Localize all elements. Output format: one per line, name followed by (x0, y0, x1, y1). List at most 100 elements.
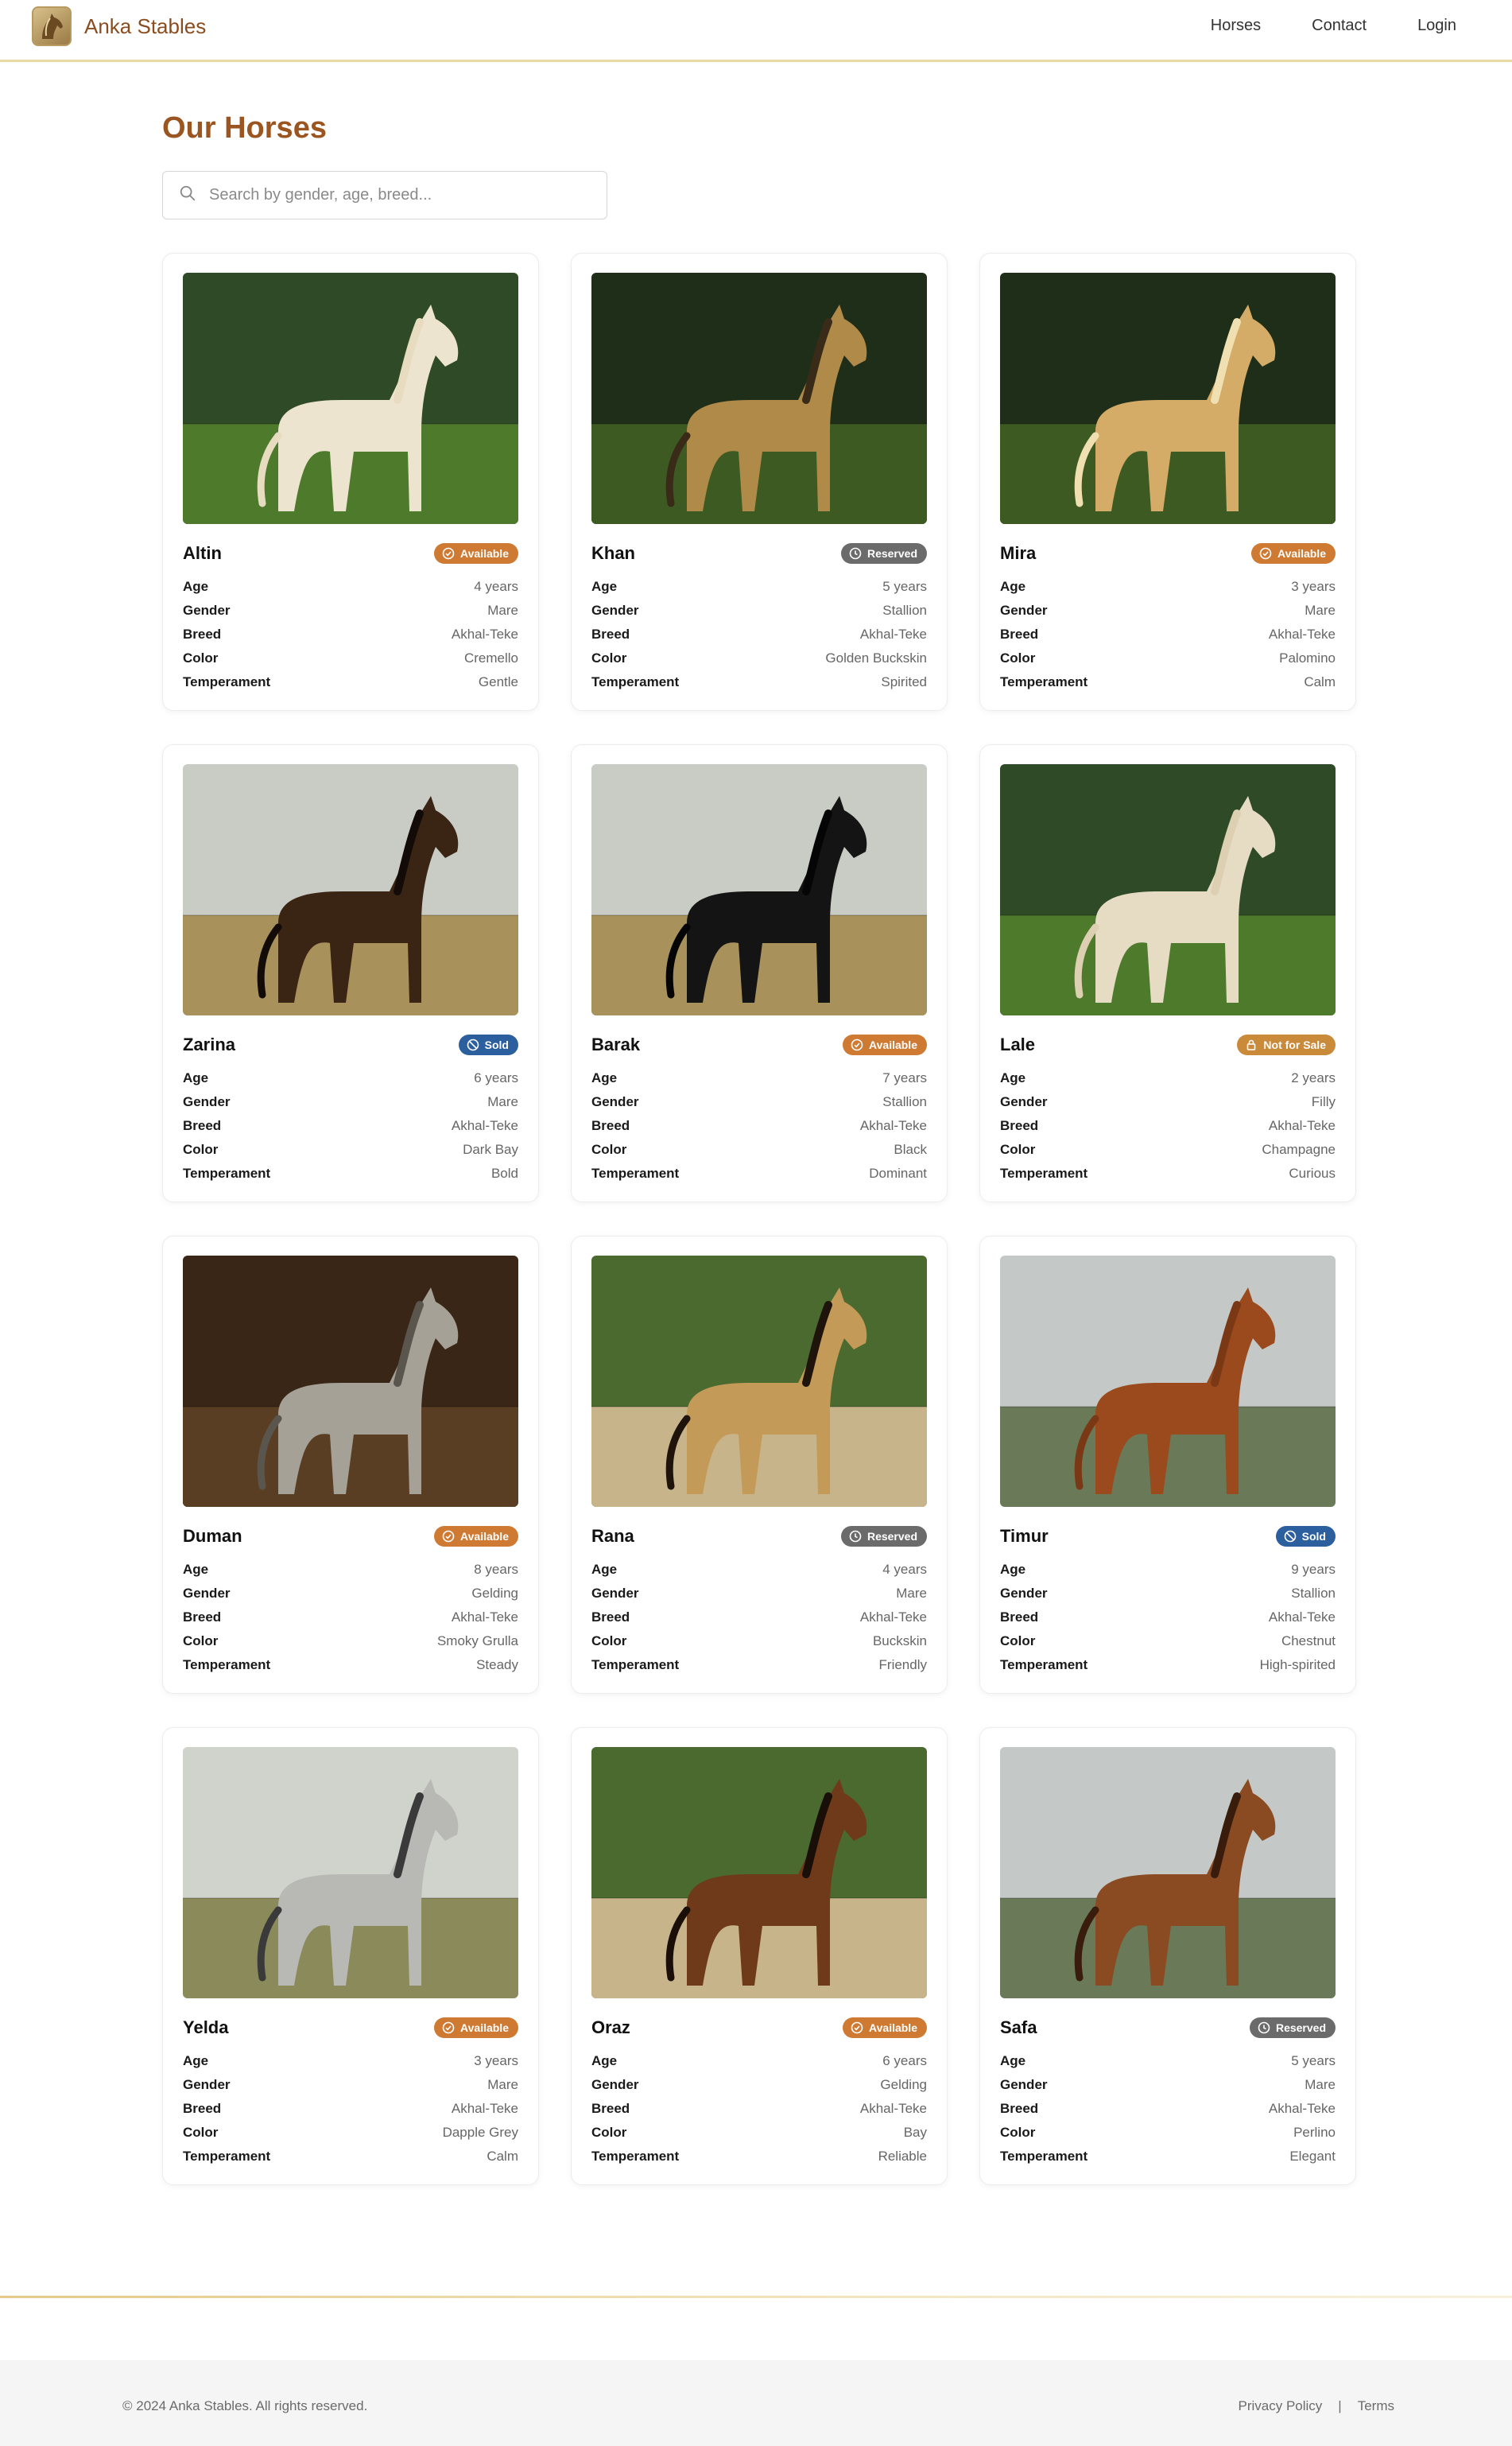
spec-label: Temperament (183, 1166, 271, 1181)
search-input[interactable] (209, 186, 591, 204)
horse-card[interactable]: Duman Available Age 8 years Gender Geldi… (162, 1236, 539, 1694)
card-header: Safa Reserved (1000, 2016, 1336, 2040)
horse-card[interactable]: Mira Available Age 3 years Gender Mare B… (979, 253, 1356, 711)
spec-label: Breed (183, 1609, 222, 1625)
horse-photo[interactable] (591, 1256, 927, 1507)
horse-card[interactable]: Safa Reserved Age 5 years Gender Mare Br… (979, 1727, 1356, 2185)
horse-card[interactable]: Rana Reserved Age 4 years Gender Mare Br… (571, 1236, 948, 1694)
spec-value: Dominant (869, 1166, 927, 1181)
spec-value: Akhal-Teke (1268, 2101, 1336, 2116)
horse-card[interactable]: Oraz Available Age 6 years Gender Geldin… (571, 1727, 948, 2185)
spec-label: Temperament (183, 2149, 271, 2164)
terms-link[interactable]: Terms (1358, 2398, 1394, 2414)
horse-photo[interactable] (591, 1747, 927, 1998)
check-circle-icon (1259, 547, 1272, 560)
card-header: Duman Available (183, 1524, 518, 1548)
card-header: Lale Not for Sale (1000, 1033, 1336, 1057)
spec-value: 7 years (882, 1070, 927, 1085)
spec-label: Breed (1000, 1609, 1039, 1625)
spec-row-gender: Gender Filly (1000, 1090, 1336, 1114)
nav-login-link[interactable]: Login (1417, 17, 1456, 35)
spec-row-gender: Gender Gelding (183, 1582, 518, 1605)
spec-row-breed: Breed Akhal-Teke (183, 623, 518, 646)
spec-label: Gender (183, 1586, 231, 1601)
spec-value: Akhal-Teke (451, 1118, 518, 1133)
spec-label: Color (591, 1142, 627, 1157)
spec-row-gender: Gender Stallion (591, 599, 927, 623)
spec-label: Gender (1000, 1586, 1048, 1601)
footer-links: Privacy Policy | Terms (1238, 2398, 1394, 2414)
spec-label: Age (591, 579, 618, 594)
card-header: Yelda Available (183, 2016, 518, 2040)
horse-card[interactable]: Barak Available Age 7 years Gender Stall… (571, 744, 948, 1202)
horse-specs: Age 7 years Gender Stallion Breed Akhal-… (591, 1066, 927, 1186)
spec-row-color: Color Palomino (1000, 646, 1336, 670)
horse-specs: Age 9 years Gender Stallion Breed Akhal-… (1000, 1558, 1336, 1677)
horse-card[interactable]: Timur Sold Age 9 years Gender Stallion B… (979, 1236, 1356, 1694)
horse-photo[interactable] (591, 273, 927, 524)
spec-label: Breed (183, 627, 222, 642)
main-nav: Horses Contact Login (1160, 0, 1456, 51)
horse-photo[interactable] (1000, 1747, 1336, 1998)
horse-name: Khan (591, 543, 635, 563)
horse-photo[interactable] (1000, 764, 1336, 1015)
nav-contact-link[interactable]: Contact (1312, 17, 1367, 35)
horse-card[interactable]: Yelda Available Age 3 years Gender Mare (162, 1727, 539, 2185)
spec-row-gender: Gender Stallion (591, 1090, 927, 1114)
spec-row-temperament: Temperament Spirited (591, 670, 927, 694)
horse-card[interactable]: Lale Not for Sale Age 2 years Gender Fil… (979, 744, 1356, 1202)
spec-label: Breed (591, 2101, 630, 2116)
spec-value: Smoky Grulla (436, 1633, 518, 1648)
status-badge: Available (843, 1035, 927, 1055)
spec-row-color: Color Black (591, 1138, 927, 1162)
spec-value: Stallion (1291, 1586, 1336, 1601)
spec-label: Gender (591, 2077, 639, 2092)
card-header: Mira Available (1000, 542, 1336, 565)
brand-name: Anka Stables (84, 14, 207, 38)
spec-row-temperament: Temperament Gentle (183, 670, 518, 694)
spec-row-breed: Breed Akhal-Teke (591, 1114, 927, 1138)
spec-label: Age (183, 2053, 209, 2068)
horse-card[interactable]: Zarina Sold Age 6 years Gender Mare Bree… (162, 744, 539, 1202)
privacy-policy-link[interactable]: Privacy Policy (1238, 2398, 1322, 2414)
spec-label: Age (1000, 1562, 1026, 1577)
horse-name: Mira (1000, 543, 1037, 563)
horse-photo[interactable] (183, 764, 518, 1015)
status-badge: Available (434, 1526, 518, 1547)
check-circle-icon (442, 547, 455, 560)
horse-photo[interactable] (1000, 273, 1336, 524)
horse-photo[interactable] (1000, 1256, 1336, 1507)
status-label: Available (869, 2021, 917, 2034)
horse-specs: Age 4 years Gender Mare Breed Akhal-Teke… (591, 1558, 927, 1677)
spec-row-age: Age 3 years (183, 2049, 518, 2073)
horse-photo[interactable] (183, 273, 518, 524)
status-label: Reserved (1275, 2021, 1326, 2034)
horse-photo[interactable] (591, 764, 927, 1015)
horse-specs: Age 4 years Gender Mare Breed Akhal-Teke… (183, 575, 518, 694)
spec-row-breed: Breed Akhal-Teke (1000, 1114, 1336, 1138)
horse-photo[interactable] (183, 1256, 518, 1507)
spec-label: Color (591, 650, 627, 666)
spec-label: Gender (183, 1094, 231, 1109)
spec-label: Color (591, 1633, 627, 1648)
status-label: Available (460, 2021, 509, 2034)
nav-horses-link[interactable]: Horses (1211, 17, 1261, 35)
brand[interactable]: Anka Stables (32, 6, 206, 46)
spec-row-breed: Breed Akhal-Teke (591, 1605, 927, 1629)
status-label: Reserved (866, 1530, 917, 1543)
spec-value: Mare (896, 1586, 927, 1601)
horse-card[interactable]: Altin Available Age 4 years Gender Mare (162, 253, 539, 711)
spec-value: Reliable (878, 2149, 927, 2164)
spec-row-breed: Breed Akhal-Teke (1000, 623, 1336, 646)
spec-label: Temperament (591, 2149, 680, 2164)
spec-row-age: Age 5 years (1000, 2049, 1336, 2073)
spec-value: Golden Buckskin (825, 650, 927, 666)
spec-label: Color (183, 1142, 219, 1157)
horse-card[interactable]: Khan Reserved Age 5 years Gender Stallio… (571, 253, 948, 711)
spec-label: Breed (183, 2101, 222, 2116)
spec-row-breed: Breed Akhal-Teke (1000, 1605, 1336, 1629)
horse-photo[interactable] (183, 1747, 518, 1998)
spec-value: Black (894, 1142, 927, 1157)
spec-row-color: Color Golden Buckskin (591, 646, 927, 670)
spec-value: Cremello (463, 650, 518, 666)
